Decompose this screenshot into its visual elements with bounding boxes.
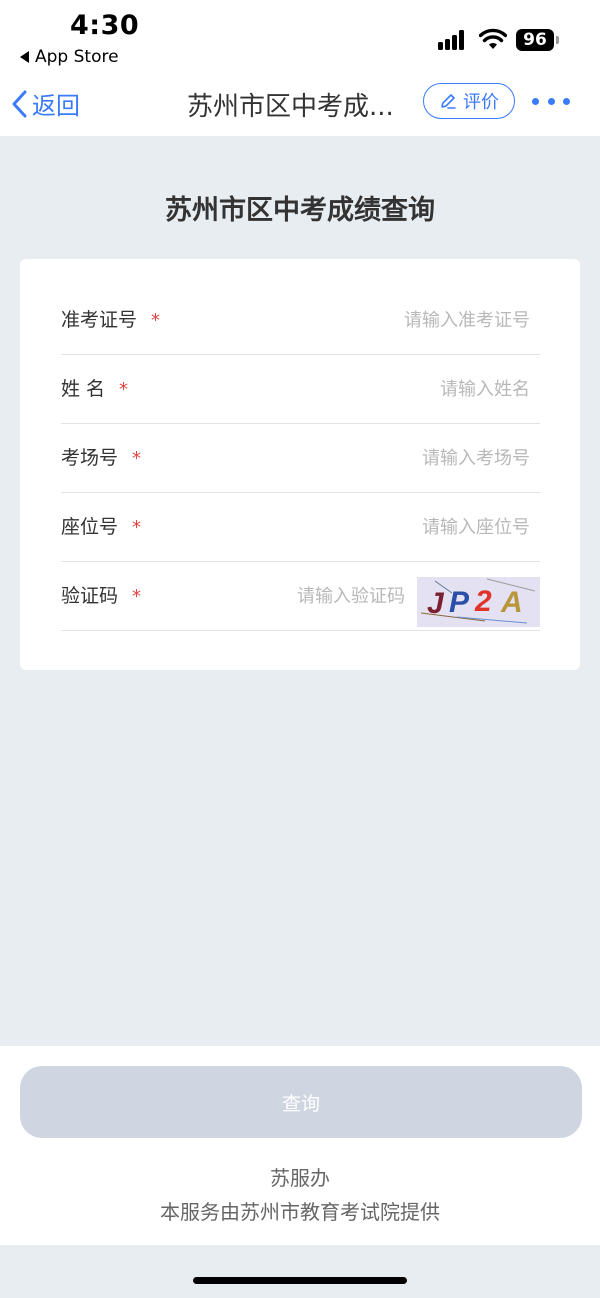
- captcha-image[interactable]: J P 2 A: [417, 577, 540, 627]
- form-row-exam-room: 考场号 *: [61, 424, 540, 493]
- exam-number-label: 准考证号 *: [61, 309, 161, 331]
- captcha-char: 2: [474, 585, 492, 618]
- back-app-label: App Store: [35, 47, 119, 67]
- captcha-char: P: [449, 586, 470, 619]
- seat-label: 座位号 *: [61, 516, 142, 538]
- nav-bar: 返回 苏州市区中考成... 评价: [0, 78, 600, 136]
- status-bar: 4:30 App Store 96: [0, 0, 600, 78]
- home-indicator-area: [0, 1245, 600, 1298]
- form-row-exam-number: 准考证号 *: [61, 286, 540, 355]
- rate-button[interactable]: 评价: [423, 83, 515, 119]
- back-triangle-icon: [20, 51, 29, 63]
- brand-label: 苏服办: [270, 1166, 330, 1190]
- form-row-name: 姓 名 *: [61, 355, 540, 424]
- back-label: 返回: [32, 92, 80, 120]
- provider-label: 本服务由苏州市教育考试院提供: [160, 1200, 440, 1224]
- edit-icon: [441, 94, 456, 109]
- status-time: 4:30: [70, 10, 140, 41]
- required-mark: *: [132, 586, 142, 607]
- captcha-graphic: J P 2 A: [417, 577, 540, 627]
- exam-room-label: 考场号 *: [61, 447, 142, 469]
- rate-label: 评价: [463, 92, 499, 113]
- form-row-captcha: 验证码* J P 2 A: [61, 562, 540, 631]
- name-label: 姓 名 *: [61, 378, 129, 400]
- captcha-label: 验证码 *: [61, 585, 142, 607]
- exam-room-input[interactable]: [290, 440, 530, 476]
- exam-number-input[interactable]: [290, 302, 530, 338]
- main-content: 苏州市区中考成绩查询 准考证号* 姓 名* 考场号* 座位号* 验证码*: [0, 136, 600, 1046]
- required-mark: *: [151, 310, 161, 331]
- footer: 查询 苏服办 本服务由苏州市教育考试院提供: [0, 1046, 600, 1245]
- captcha-char: A: [500, 586, 523, 619]
- query-form: 准考证号* 姓 名* 考场号* 座位号* 验证码*: [20, 259, 580, 670]
- seat-input[interactable]: [290, 509, 530, 545]
- battery-indicator: 96: [516, 29, 559, 51]
- page-title: 苏州市区中考成绩查询: [165, 195, 435, 226]
- captcha-char: J: [427, 587, 445, 620]
- more-icon[interactable]: [532, 92, 570, 110]
- back-button[interactable]: 返回: [10, 86, 80, 121]
- back-to-app-link[interactable]: App Store: [20, 47, 119, 67]
- captcha-input[interactable]: [225, 578, 405, 614]
- required-mark: *: [132, 517, 142, 538]
- wifi-icon: [479, 28, 507, 49]
- required-mark: *: [132, 448, 142, 469]
- home-indicator[interactable]: [193, 1277, 407, 1284]
- chevron-left-icon: [12, 90, 27, 117]
- nav-title: 苏州市区中考成...: [187, 92, 394, 122]
- name-input[interactable]: [290, 371, 530, 407]
- form-row-seat: 座位号 *: [61, 493, 540, 562]
- query-button[interactable]: 查询: [20, 1066, 582, 1138]
- signal-icon: [438, 30, 470, 50]
- required-mark: *: [119, 379, 129, 400]
